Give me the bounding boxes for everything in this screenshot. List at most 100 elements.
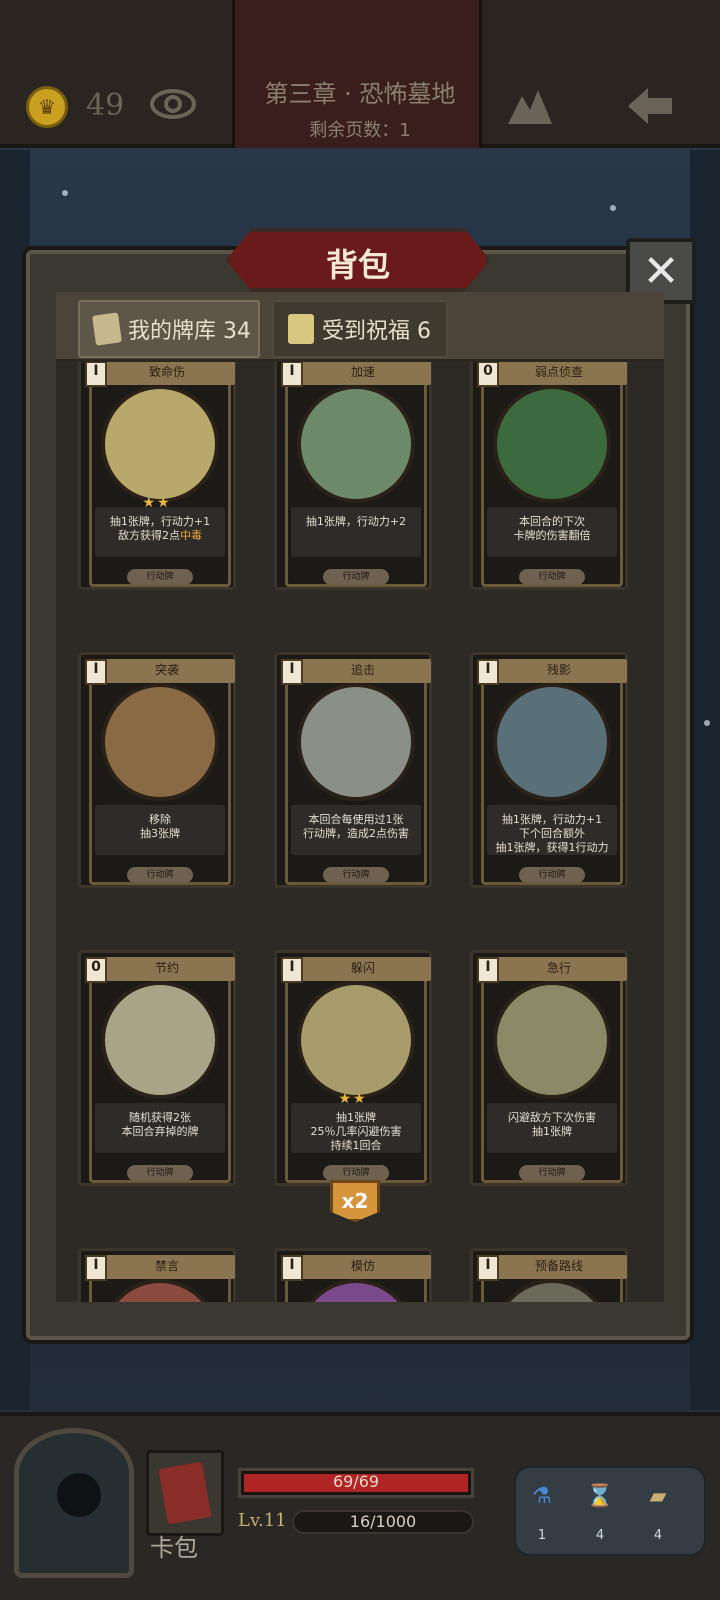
cards-icon <box>92 312 122 346</box>
card-art <box>297 1279 415 1302</box>
book-icon <box>158 1461 212 1525</box>
hooded-figure-icon <box>57 1473 101 1517</box>
card[interactable]: 弱点侦查 0 本回合的下次 卡牌的伤害翻倍行动牌 <box>470 362 628 590</box>
card-art <box>101 981 219 1099</box>
card-art <box>297 683 415 801</box>
dialog-title: 背包 <box>325 246 390 284</box>
card-description-text: 闪避敌方下次伤害 抽1张牌 <box>508 1111 596 1138</box>
background-tree <box>690 150 720 1410</box>
tab-blessings[interactable]: 受到祝福 6 <box>272 300 448 358</box>
card-art <box>101 1279 219 1302</box>
card[interactable]: 残影 I 抽1张牌，行动力+1 下个回合额外 抽1张牌，获得1行动力行动牌 <box>470 652 628 888</box>
card-description-text: 抽1张牌 25％几率闪避伤害 持续1回合 <box>310 1111 402 1152</box>
resource-value: 4 <box>653 1528 663 1543</box>
back-arrow-icon[interactable] <box>624 84 676 128</box>
snowflake <box>610 205 616 211</box>
card-cost: I <box>477 659 499 685</box>
tab-label: 我的牌库 34 <box>128 319 251 344</box>
card-description: 本回合的下次 卡牌的伤害翻倍 <box>487 515 617 543</box>
card-description: 随机获得2张 本回合弃掉的牌 <box>95 1111 225 1139</box>
card-description-highlight: 中毒 <box>180 529 202 542</box>
gift-icon <box>288 314 314 344</box>
card-description: 闪避敌方下次伤害 抽1张牌 <box>487 1111 617 1139</box>
card-name: 残影 <box>546 663 571 677</box>
card-cost: I <box>85 659 107 685</box>
card[interactable]: 追击 I 本回合每使用过1张 行动牌，造成2点伤害 行动牌 <box>274 652 432 888</box>
card[interactable]: 致命伤 I ★★ 抽1张牌，行动力+1 敌方获得2点中毒 行动牌 <box>78 362 236 590</box>
card-name: 致命伤 <box>148 365 185 379</box>
card-description-text: 移除 抽3张牌 <box>140 813 180 840</box>
chapter-title: 第三章 · 恐怖墓地 <box>264 80 456 108</box>
card[interactable]: 加速 I 抽1张牌，行动力+2 行动牌 <box>274 362 432 590</box>
tab-my-deck[interactable]: 我的牌库 34 <box>78 300 260 358</box>
card-grid: 致命伤 I ★★ 抽1张牌，行动力+1 敌方获得2点中毒 行动牌 加速 I 抽1张牌，行动力+… <box>56 362 664 1302</box>
card-art <box>101 385 219 503</box>
card-description-text: 随机获得2张 本回合弃掉的牌 <box>121 1111 199 1138</box>
card-cost: I <box>85 1255 107 1281</box>
card-description: 抽1张牌，行动力+1 下个回合额外 抽1张牌，获得1行动力 <box>487 813 617 855</box>
card-description: 移除 抽3张牌 <box>95 813 225 841</box>
card-art <box>493 683 611 801</box>
card-type: 行动牌 <box>519 867 585 883</box>
card-cost: 0 <box>85 957 107 983</box>
card-cost: I <box>281 659 303 685</box>
card-name: 突袭 <box>154 663 179 677</box>
card-type: 行动牌 <box>127 867 193 883</box>
card-name: 节约 <box>154 961 179 975</box>
card-name: 模仿 <box>350 1259 375 1273</box>
card[interactable]: 模仿 I <box>274 1248 432 1302</box>
card-name: 急行 <box>546 961 571 975</box>
card-type: 行动牌 <box>519 569 585 585</box>
tab-label: 受到祝福 6 <box>322 319 431 344</box>
card-name: 预备路线 <box>534 1259 583 1273</box>
card-type: 行动牌 <box>323 1165 389 1181</box>
card-name: 躲闪 <box>350 961 375 975</box>
potion-icon[interactable]: ⚗ <box>522 1478 562 1514</box>
card-art <box>297 981 415 1099</box>
card-bag-label: 卡包 <box>150 1534 198 1562</box>
card-description: 抽1张牌，行动力+2 <box>291 515 421 529</box>
card[interactable]: 急行 I 闪避敌方下次伤害 抽1张牌行动牌 <box>470 950 628 1186</box>
snowflake <box>704 720 710 726</box>
card[interactable]: 突袭 I 移除 抽3张牌行动牌 <box>78 652 236 888</box>
hp-text: 69/69 <box>332 1472 380 1491</box>
card-description-text: 本回合的下次 卡牌的伤害翻倍 <box>513 515 591 542</box>
player-portrait[interactable] <box>14 1428 134 1578</box>
card-type: 行动牌 <box>127 569 193 585</box>
card-cost: I <box>85 362 107 387</box>
xp-text: 16/1000 <box>349 1512 417 1531</box>
card-type: 行动牌 <box>127 1165 193 1181</box>
paw-icon[interactable] <box>504 82 556 128</box>
level-text: Lv.11 <box>238 1510 287 1531</box>
card-cost: I <box>477 957 499 983</box>
card[interactable]: 躲闪 I ★★ 抽1张牌 25％几率闪避伤害 持续1回合 行动牌 <box>274 950 432 1186</box>
card-cost: I <box>281 362 303 387</box>
card-cost: 0 <box>477 362 499 387</box>
card-type: 行动牌 <box>519 1165 585 1181</box>
card-name: 加速 <box>350 365 375 379</box>
card-type: 行动牌 <box>323 569 389 585</box>
card-description: 本回合每使用过1张 行动牌，造成2点伤害 <box>291 813 421 841</box>
card[interactable]: 节约 0 随机获得2张 本回合弃掉的牌行动牌 <box>78 950 236 1186</box>
resource-value: 1 <box>537 1528 547 1543</box>
card-description-text: 本回合每使用过1张 行动牌，造成2点伤害 <box>303 813 409 840</box>
hourglass-icon[interactable]: ⌛ <box>580 1478 620 1514</box>
pages-remaining: 剩余页数：1 <box>309 120 411 141</box>
close-icon: ✕ <box>642 245 680 297</box>
card-cost: I <box>477 1255 499 1281</box>
card[interactable]: 预备路线 I <box>470 1248 628 1302</box>
card-description-text: 抽1张牌，行动力+1 下个回合额外 抽1张牌，获得1行动力 <box>495 813 609 854</box>
card-art <box>493 385 611 503</box>
snowflake <box>62 190 68 196</box>
card-art <box>101 683 219 801</box>
card-description-text: 抽1张牌，行动力+2 <box>305 515 407 528</box>
card-name: 弱点侦查 <box>534 365 583 379</box>
card-bag-button[interactable] <box>146 1450 224 1536</box>
card[interactable]: 禁言 I <box>78 1248 236 1302</box>
card-art <box>493 981 611 1099</box>
card-cost: I <box>281 957 303 983</box>
resource-value: 4 <box>595 1528 605 1543</box>
card-name: 追击 <box>350 663 375 677</box>
cards-icon[interactable]: ▰ <box>638 1478 678 1514</box>
card-art <box>493 1279 611 1302</box>
